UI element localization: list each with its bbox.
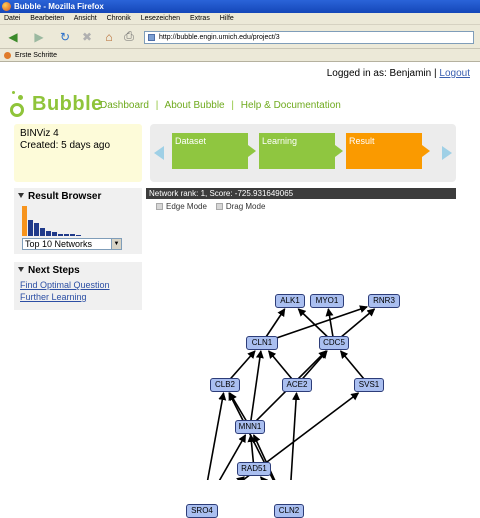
- network-edge[interactable]: [202, 392, 227, 480]
- nav-about[interactable]: About Bubble: [165, 100, 225, 111]
- result-browser-panel: Result Browser Top 10 Networks ▼: [14, 188, 142, 254]
- histogram-bar[interactable]: [46, 231, 51, 236]
- logged-in-label: Logged in as: Benjamin: [326, 68, 432, 79]
- network-node-ace2[interactable]: ACE2: [282, 378, 312, 392]
- nav-help[interactable]: Help & Documentation: [241, 100, 341, 111]
- bubble-logo[interactable]: Bubble: [8, 90, 103, 118]
- histogram-bar[interactable]: [52, 232, 57, 236]
- menu-chronik[interactable]: Chronik: [107, 15, 131, 22]
- page-content: Logged in as: Benjamin | Logout Bubble D…: [0, 62, 480, 518]
- collapse-triangle-icon: [18, 193, 24, 198]
- nav-dashboard[interactable]: Dashboard: [100, 100, 149, 111]
- step-result[interactable]: Result: [346, 133, 430, 169]
- stop-icon[interactable]: ✖: [78, 28, 96, 45]
- network-node-cln2[interactable]: CLN2: [274, 504, 304, 518]
- page-icon: [148, 34, 155, 41]
- reload-icon[interactable]: ↻: [56, 28, 74, 45]
- collapse-triangle-icon: [18, 267, 24, 272]
- network-node-svs1[interactable]: SVS1: [354, 378, 384, 392]
- network-node-sro4[interactable]: SRO4: [186, 504, 218, 518]
- menu-datei[interactable]: Datei: [4, 15, 20, 22]
- network-edge[interactable]: [202, 392, 360, 480]
- histogram-bar[interactable]: [64, 234, 69, 236]
- step-learning[interactable]: Learning: [259, 133, 343, 169]
- further-learning-link[interactable]: Further Learning: [20, 292, 87, 302]
- result-count-select[interactable]: Top 10 Networks ▼: [22, 238, 122, 250]
- url-bar[interactable]: http://bubble.engin.umich.edu/project/3: [144, 31, 474, 44]
- histogram-bar[interactable]: [76, 235, 81, 236]
- menubar: Datei Bearbeiten Ansicht Chronik Lesezei…: [0, 13, 480, 25]
- menu-hilfe[interactable]: Hilfe: [220, 15, 234, 22]
- next-steps-panel: Next Steps Find Optimal Question Further…: [14, 262, 142, 310]
- bookmarks-bar: Erste Schritte: [0, 49, 480, 62]
- histogram-bar[interactable]: [22, 206, 27, 236]
- wizard-next-arrow-icon[interactable]: [442, 146, 452, 160]
- drag-mode-toggle[interactable]: Drag Mode: [215, 202, 265, 211]
- bookmark-icon: [4, 52, 11, 59]
- firefox-icon: [2, 2, 11, 11]
- histogram-bar[interactable]: [58, 234, 63, 236]
- bookmark-first-steps[interactable]: Erste Schritte: [15, 52, 57, 59]
- logo-text: Bubble: [32, 92, 103, 115]
- logout-link[interactable]: Logout: [439, 68, 470, 79]
- histogram-bar[interactable]: [28, 220, 33, 236]
- network-node-rad51[interactable]: RAD51: [237, 462, 271, 476]
- next-steps-title[interactable]: Next Steps: [18, 265, 80, 276]
- forward-icon[interactable]: ▶: [30, 28, 48, 45]
- url-text: http://bubble.engin.umich.edu/project/3: [159, 34, 280, 41]
- histogram-bar[interactable]: [70, 234, 75, 236]
- network-edge[interactable]: [249, 350, 264, 428]
- home-icon[interactable]: ⌂: [100, 28, 118, 45]
- network-node-mnn1[interactable]: MNN1: [235, 420, 265, 434]
- network-rank-header: Network rank: 1, Score: -725.931649065: [146, 188, 456, 199]
- menu-extras[interactable]: Extras: [190, 15, 210, 22]
- menu-bearbeiten[interactable]: Bearbeiten: [30, 15, 64, 22]
- network-node-cdc5[interactable]: CDC5: [319, 336, 349, 350]
- mode-legend: Edge Mode Drag Mode: [156, 202, 265, 211]
- network-node-cln1[interactable]: CLN1: [246, 336, 278, 350]
- project-name: BINViz 4: [20, 128, 59, 139]
- histogram-bar[interactable]: [34, 223, 39, 236]
- network-edge[interactable]: [289, 392, 301, 480]
- window-titlebar: Bubble - Mozilla Firefox: [0, 0, 480, 13]
- project-info: BINViz 4 Created: 5 days ago: [14, 124, 142, 182]
- menu-lesezeichen[interactable]: Lesezeichen: [141, 15, 180, 22]
- login-status: Logged in as: Benjamin | Logout: [326, 68, 470, 79]
- find-optimal-question-link[interactable]: Find Optimal Question: [20, 280, 110, 290]
- histogram-bar[interactable]: [40, 228, 45, 236]
- dropdown-arrow-icon: ▼: [111, 239, 121, 249]
- menu-ansicht[interactable]: Ansicht: [74, 15, 97, 22]
- result-browser-title[interactable]: Result Browser: [18, 191, 101, 202]
- wizard-prev-arrow-icon[interactable]: [154, 146, 164, 160]
- navigation-toolbar: ◀ ▶ ↻ ✖ ⌂ ⎙ http://bubble.engin.umich.ed…: [0, 25, 480, 49]
- window-title: Bubble - Mozilla Firefox: [14, 2, 104, 11]
- print-icon[interactable]: ⎙: [120, 28, 138, 45]
- step-dataset[interactable]: Dataset: [172, 133, 256, 169]
- network-node-alk1[interactable]: ALK1: [275, 294, 305, 308]
- result-score-histogram[interactable]: [22, 204, 132, 236]
- bubble-logo-icon: [8, 91, 28, 117]
- wizard-steps: Dataset Learning Result: [150, 124, 456, 182]
- network-node-clb2[interactable]: CLB2: [210, 378, 240, 392]
- top-navigation: Dashboard | About Bubble | Help & Docume…: [100, 100, 341, 111]
- network-node-myo1[interactable]: MYO1: [310, 294, 344, 308]
- network-node-rnr3[interactable]: RNR3: [368, 294, 400, 308]
- project-created: Created: 5 days ago: [20, 140, 111, 151]
- back-icon[interactable]: ◀: [4, 28, 22, 45]
- edge-mode-toggle[interactable]: Edge Mode: [156, 202, 207, 211]
- network-canvas[interactable]: ALK1 MYO1 RNR3 CLN1 CDC5 CLB2 ACE2 SVS1 MNN1 RAD5…: [146, 212, 456, 518]
- network-edges: [202, 305, 376, 480]
